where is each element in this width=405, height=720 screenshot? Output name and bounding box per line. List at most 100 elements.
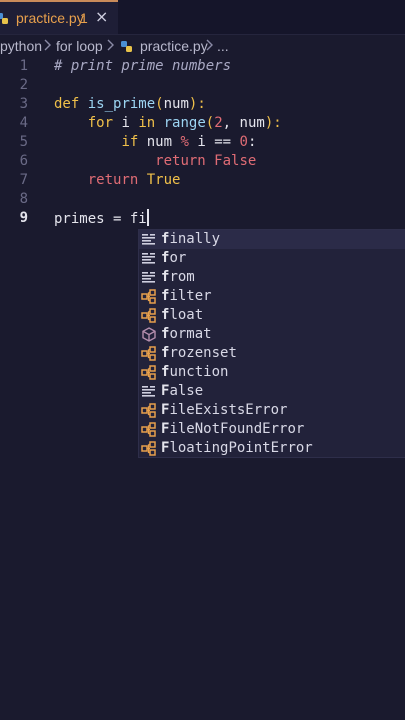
suggestion-item[interactable]: finally <box>139 230 405 249</box>
code-line: 1 # print prime numbers <box>0 57 405 76</box>
tab-filename: practice.py <box>16 10 84 26</box>
loop-var: i <box>121 115 130 131</box>
class-icon <box>141 403 157 418</box>
suggestion-item[interactable]: FileExistsError <box>139 401 405 420</box>
suggestion-label: from <box>161 268 195 287</box>
suggestion-item[interactable]: format <box>139 325 405 344</box>
suggestion-label: float <box>161 306 203 325</box>
suggestion-rest: ileExistsError <box>169 402 288 418</box>
suggestion-item[interactable]: False <box>139 382 405 401</box>
keyword-icon <box>141 270 157 285</box>
code-line: 4 for i in range(2, num): <box>0 114 405 133</box>
bool-literal: False <box>214 153 257 169</box>
autocomplete-list[interactable]: finally for from filter float format frozenset… <box>138 229 405 458</box>
paren: ): <box>264 115 282 131</box>
suggestion-item[interactable]: FloatingPointError <box>139 439 405 458</box>
function-name: is_prime <box>87 96 156 112</box>
breadcrumb-file[interactable]: practice.py <box>140 38 208 54</box>
suggestion-label: filter <box>161 287 212 306</box>
tab-bar: practice.py 1 × <box>0 0 405 35</box>
line-number: 7 <box>19 172 28 188</box>
suggestion-label: FloatingPointError <box>161 439 313 458</box>
suggestion-item[interactable]: filter <box>139 287 405 306</box>
line-number: 6 <box>19 153 28 169</box>
code-line: 8 <box>0 190 405 209</box>
operator: % <box>180 134 189 150</box>
comma: , <box>222 115 240 131</box>
suggestion-rest: loat <box>169 307 204 323</box>
chevron-right-icon <box>206 38 214 55</box>
chevron-right-icon <box>44 38 52 55</box>
code-line: 5 if num % i == 0: <box>0 133 405 152</box>
suggestion-label: FileNotFoundError <box>161 420 304 439</box>
code-line: 6 return False <box>0 152 405 171</box>
line-number: 2 <box>19 77 28 93</box>
suggestion-item[interactable]: frozenset <box>139 344 405 363</box>
suggestion-rest: ilter <box>169 288 212 304</box>
suggestion-label: FileExistsError <box>161 401 287 420</box>
function-icon <box>141 327 157 342</box>
code-line: 7 return True <box>0 171 405 190</box>
range-call: range <box>163 115 206 131</box>
chevron-right-icon <box>107 38 115 55</box>
class-icon <box>141 441 157 456</box>
class-icon <box>141 365 157 380</box>
suggestion-item[interactable]: float <box>139 306 405 325</box>
python-icon <box>0 11 10 30</box>
keyword-return: return <box>87 172 139 188</box>
colon: : <box>247 134 257 150</box>
suggestion-rest: or <box>169 250 187 266</box>
suggestion-label: False <box>161 382 203 401</box>
keyword-icon <box>141 232 157 247</box>
code-line: 3 def is_prime(num): <box>0 95 405 114</box>
paren: ( <box>155 96 164 112</box>
suggestion-label: for <box>161 249 186 268</box>
breadcrumb-folder-python[interactable]: python <box>0 38 42 54</box>
breadcrumb-folder-for-loop[interactable]: for loop <box>56 38 103 54</box>
close-icon[interactable]: × <box>95 7 108 26</box>
class-icon <box>141 346 157 361</box>
text-cursor <box>146 209 149 226</box>
tab-problem-count: 1 <box>80 10 88 26</box>
line-number: 5 <box>19 134 28 150</box>
current-input: primes = fi <box>54 211 147 227</box>
python-icon <box>120 40 134 57</box>
keyword-in: in <box>138 115 156 131</box>
tab-practice-py[interactable]: practice.py 1 × <box>0 0 118 34</box>
suggestion-label: frozenset <box>161 344 237 363</box>
suggestion-item[interactable]: for <box>139 249 405 268</box>
class-icon <box>141 308 157 323</box>
keyword-return: return <box>155 153 206 169</box>
line-number: 8 <box>19 191 28 207</box>
comment: # print prime numbers <box>54 58 232 74</box>
keyword-icon <box>141 384 157 399</box>
code-line-active: 9 primes = fi <box>0 209 405 228</box>
suggestion-item[interactable]: FileNotFoundError <box>139 420 405 439</box>
param: num <box>163 96 189 112</box>
line-number: 4 <box>19 115 28 131</box>
keyword-if: if <box>121 134 139 150</box>
suggestion-rest: unction <box>169 364 229 380</box>
suggestion-rest: ileNotFoundError <box>169 421 305 437</box>
bool-literal: True <box>146 172 181 188</box>
suggestion-label: format <box>161 325 212 344</box>
breadcrumb: python for loop practice.py ... <box>0 36 405 58</box>
code-line: 2 <box>0 76 405 95</box>
suggestion-rest: loatingPointError <box>169 440 313 456</box>
breadcrumb-more[interactable]: ... <box>217 38 229 54</box>
keyword-for: for <box>87 115 114 131</box>
line-number: 3 <box>19 96 28 112</box>
suggestion-rest: ormat <box>169 326 212 342</box>
suggestion-rest: rozenset <box>169 345 237 361</box>
operator: == <box>214 134 232 150</box>
suggestion-item[interactable]: function <box>139 363 405 382</box>
line-number-active: 9 <box>19 210 28 226</box>
identifier: num <box>239 115 265 131</box>
suggestion-rest: alse <box>169 383 204 399</box>
suggestion-label: function <box>161 363 228 382</box>
paren: ): <box>188 96 206 112</box>
suggestion-rest: rom <box>169 269 195 285</box>
suggestion-item[interactable]: from <box>139 268 405 287</box>
keyword-icon <box>141 251 157 266</box>
paren: ( <box>205 115 215 131</box>
